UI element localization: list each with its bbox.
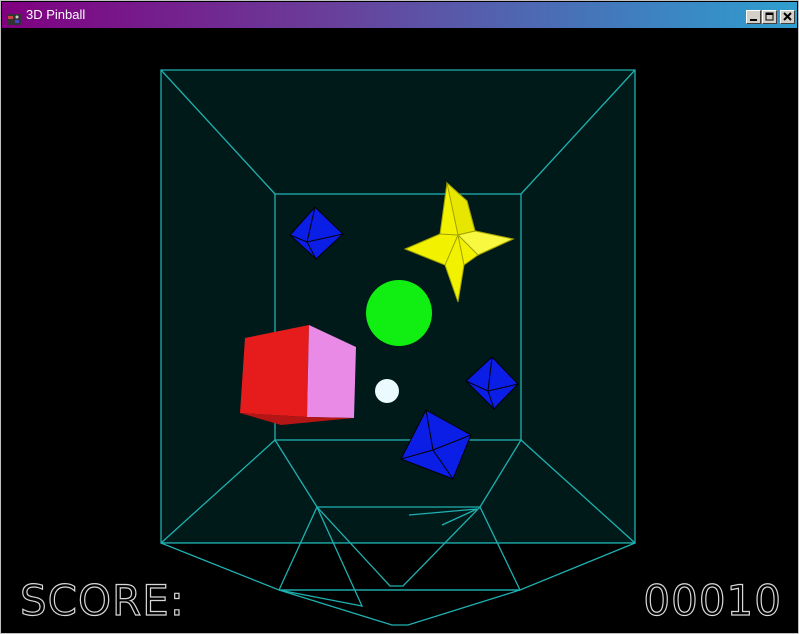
- score-value: 00010: [643, 576, 782, 625]
- red-cube-bumper: [240, 325, 356, 425]
- green-sphere-bumper: [366, 280, 432, 346]
- title-bar[interactable]: 3D Pinball: [2, 2, 797, 28]
- close-icon: [783, 12, 792, 21]
- window-title: 3D Pinball: [26, 7, 86, 22]
- maximize-icon: [765, 12, 774, 21]
- game-viewport[interactable]: SCORE: 00010: [2, 29, 797, 633]
- close-button[interactable]: [780, 10, 795, 24]
- maximize-button[interactable]: [762, 10, 777, 24]
- game-window: 3D Pinball SCORE: 00010: [0, 0, 799, 634]
- app-icon[interactable]: [7, 10, 21, 25]
- pinball: [375, 379, 399, 403]
- minimize-button[interactable]: [746, 10, 761, 24]
- minimize-icon: [750, 19, 757, 21]
- score-label: SCORE:: [20, 576, 185, 625]
